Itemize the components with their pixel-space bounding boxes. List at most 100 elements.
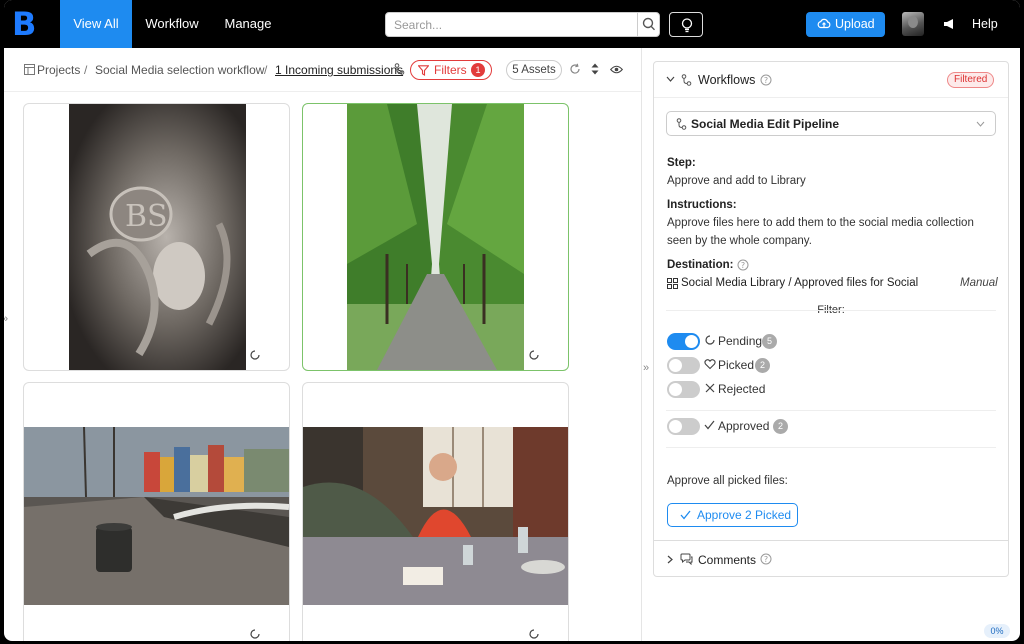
svg-text:BS: BS xyxy=(125,199,168,234)
checkmark-icon xyxy=(680,510,691,520)
help-circle-icon[interactable]: ? xyxy=(760,74,772,86)
toggle-picked[interactable] xyxy=(667,357,700,374)
workflow-icon xyxy=(681,74,692,86)
workflows-panel-header[interactable]: Workflows ? Filtered xyxy=(654,62,1008,98)
upload-label: Upload xyxy=(835,17,875,31)
library-icon xyxy=(667,278,678,289)
asset-card-harbor[interactable] xyxy=(23,382,290,641)
pending-icon xyxy=(250,350,260,360)
help-circle-icon[interactable]: ? xyxy=(760,553,772,565)
expand-panel-icon[interactable]: » xyxy=(643,362,649,374)
filter-picked-label: Picked xyxy=(718,358,755,372)
instructions-label: Instructions: xyxy=(667,199,737,211)
approve-picked-button[interactable]: Approve 2 Picked xyxy=(667,503,798,527)
filters-count-badge: 1 xyxy=(471,63,485,77)
asset-thumbnail xyxy=(347,104,524,370)
breadcrumb-separator: / xyxy=(264,63,268,77)
divider xyxy=(666,310,996,311)
help-circle-icon[interactable]: ? xyxy=(737,259,749,271)
divider xyxy=(666,410,996,411)
filters-label: Filters xyxy=(434,63,467,77)
instructions-text: Approve files here to add them to the so… xyxy=(667,217,974,229)
upload-button[interactable]: Upload xyxy=(806,12,885,37)
comments-label: Comments xyxy=(698,553,757,567)
pending-icon xyxy=(529,629,539,639)
cloud-upload-icon xyxy=(817,18,831,29)
chevron-right-icon[interactable] xyxy=(667,555,673,564)
approved-count-badge: 2 xyxy=(773,419,788,434)
pending-icon xyxy=(529,350,539,360)
asset-thumbnail xyxy=(24,427,289,605)
assets-count: 5 Assets xyxy=(506,60,562,80)
search-icon xyxy=(642,17,656,31)
breadcrumb-project-name[interactable]: Social Media selection workflow xyxy=(95,63,264,77)
chevron-down-icon[interactable] xyxy=(666,76,675,83)
ideas-button[interactable] xyxy=(669,12,703,37)
panel-divider[interactable] xyxy=(641,48,642,641)
tab-view-all[interactable]: View All xyxy=(60,0,132,48)
asset-card-restaurant[interactable] xyxy=(302,382,569,641)
filters-button[interactable]: Filters 1 xyxy=(410,60,492,80)
filter-icon xyxy=(418,65,429,76)
search-button[interactable] xyxy=(637,13,659,36)
filter-pending-label: Pending xyxy=(718,334,763,348)
asset-card-tree-avenue[interactable] xyxy=(302,103,569,371)
tab-manage[interactable]: Manage xyxy=(214,0,282,48)
workflow-icon xyxy=(676,118,687,130)
approve-all-label: Approve all picked files: xyxy=(667,475,788,487)
app-window: B View All Workflow Manage Upload Help »… xyxy=(4,0,1020,641)
top-navigation-bar: B View All Workflow Manage Upload Help xyxy=(4,0,1020,48)
pending-count-badge: 5 xyxy=(762,334,777,349)
svg-text:?: ? xyxy=(741,261,745,270)
close-icon xyxy=(705,383,715,393)
pending-icon xyxy=(705,335,715,345)
comments-section-header[interactable]: Comments ? xyxy=(654,540,1008,577)
toggle-pending[interactable] xyxy=(667,333,700,350)
approve-picked-label: Approve 2 Picked xyxy=(697,508,792,522)
search-box xyxy=(385,12,660,37)
megaphone-icon[interactable] xyxy=(942,16,958,32)
asset-card-medusa[interactable]: BS xyxy=(23,103,290,371)
filtered-badge: Filtered xyxy=(947,72,995,88)
heart-icon xyxy=(704,359,716,370)
asset-thumbnail xyxy=(303,427,568,605)
divider xyxy=(666,447,996,448)
checkmark-icon xyxy=(704,420,715,430)
filter-rejected-label: Rejected xyxy=(718,382,766,396)
comments-icon xyxy=(680,553,693,565)
brand-logo[interactable]: B xyxy=(12,8,40,40)
toggle-approved[interactable] xyxy=(667,418,700,435)
help-link[interactable]: Help xyxy=(972,17,998,31)
instructions-text: seen by the whole company. xyxy=(667,235,812,247)
step-label: Step: xyxy=(667,157,696,169)
sort-icon[interactable] xyxy=(591,63,599,75)
svg-text:?: ? xyxy=(764,555,768,564)
pending-icon xyxy=(250,629,260,639)
search-input[interactable] xyxy=(386,13,638,36)
workflows-title: Workflows xyxy=(698,73,756,87)
refresh-icon[interactable] xyxy=(569,63,581,75)
breadcrumb: Projects / Social Media selection workfl… xyxy=(4,48,641,92)
projects-icon xyxy=(24,64,35,75)
destination-label: Destination: xyxy=(667,259,734,271)
lightbulb-icon xyxy=(681,18,693,33)
workflows-panel: Workflows ? Filtered Social Media Edit P… xyxy=(653,61,1009,577)
asset-thumbnail: BS xyxy=(69,104,246,370)
progress-indicator: 0% xyxy=(984,624,1010,638)
svg-text:?: ? xyxy=(764,76,768,85)
breadcrumb-separator: / xyxy=(84,63,88,77)
expand-left-icon[interactable]: » xyxy=(4,313,8,325)
destination-mode: Manual xyxy=(960,277,998,289)
pipeline-select[interactable]: Social Media Edit Pipeline xyxy=(666,111,996,136)
tab-workflow[interactable]: Workflow xyxy=(136,0,208,48)
toggle-rejected[interactable] xyxy=(667,381,700,398)
step-value: Approve and add to Library xyxy=(667,175,806,187)
chevron-down-icon xyxy=(976,121,985,127)
user-avatar[interactable] xyxy=(902,12,924,36)
breadcrumb-projects[interactable]: Projects xyxy=(37,63,80,77)
destination-value[interactable]: Social Media Library / Approved files fo… xyxy=(681,277,918,289)
pipeline-selected-value: Social Media Edit Pipeline xyxy=(691,117,840,131)
filter-approved-label: Approved xyxy=(718,419,770,433)
breadcrumb-current-step[interactable]: 1 Incoming submissions xyxy=(275,63,403,77)
eye-icon[interactable] xyxy=(610,65,623,74)
